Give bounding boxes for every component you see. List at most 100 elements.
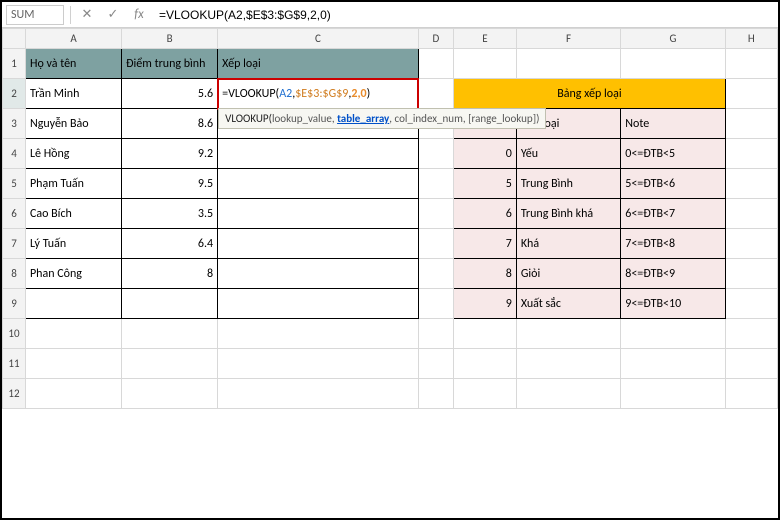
col-header-G[interactable]: G [621,29,725,49]
rank-cell[interactable] [218,169,419,199]
row-header[interactable]: 12 [3,379,26,409]
cell[interactable] [218,319,419,349]
rt-e[interactable]: 0 [454,139,517,169]
cell[interactable] [516,349,620,379]
name-cell[interactable]: Cao Bích [25,199,121,229]
fx-icon[interactable]: fx [129,5,149,25]
cell[interactable] [621,349,725,379]
name-cell[interactable]: Lê Hồng [25,139,121,169]
cell[interactable] [418,169,454,199]
score-cell[interactable]: 3.5 [122,199,218,229]
cancel-icon[interactable]: ✕ [77,5,97,25]
rt-e[interactable]: 9 [454,289,517,319]
rt-f[interactable]: Yếu [516,139,620,169]
cell[interactable] [418,349,454,379]
cell[interactable] [122,349,218,379]
row-header[interactable]: 8 [3,259,26,289]
cell[interactable] [516,49,620,79]
rt-e[interactable]: 5 [454,169,517,199]
rt-f[interactable]: Trung Bình khá [516,199,620,229]
score-cell[interactable] [122,289,218,319]
name-cell[interactable]: Nguyễn Bảo [25,109,121,139]
cell[interactable] [725,229,777,259]
row-header[interactable]: 9 [3,289,26,319]
cell[interactable] [418,229,454,259]
cell[interactable] [621,319,725,349]
rank-cell[interactable] [218,229,419,259]
row-header[interactable]: 1 [3,49,26,79]
row-header[interactable]: 4 [3,139,26,169]
cell[interactable] [725,379,777,409]
cell[interactable] [725,319,777,349]
cell[interactable] [725,79,777,109]
rt-header-g[interactable]: Note [621,109,725,139]
cell[interactable] [454,319,517,349]
rt-e[interactable]: 6 [454,199,517,229]
rank-cell[interactable] [218,289,419,319]
cell[interactable] [218,379,419,409]
header-name[interactable]: Họ và tên [25,49,121,79]
cell[interactable] [516,319,620,349]
score-cell[interactable]: 5.6 [122,79,218,109]
cell[interactable] [218,349,419,379]
name-cell[interactable] [25,289,121,319]
score-cell[interactable]: 8 [122,259,218,289]
score-cell[interactable]: 8.6 [122,109,218,139]
rt-f[interactable]: Khá [516,229,620,259]
rt-f[interactable]: Xuất sắc [516,289,620,319]
cell[interactable] [725,49,777,79]
cell[interactable] [725,139,777,169]
cell[interactable] [418,139,454,169]
cell[interactable] [621,379,725,409]
cell[interactable] [418,379,454,409]
name-cell[interactable]: Phạm Tuấn [25,169,121,199]
cell[interactable] [725,169,777,199]
cell[interactable] [25,379,121,409]
cell[interactable] [418,259,454,289]
cell[interactable] [516,379,620,409]
accept-icon[interactable]: ✓ [103,5,123,25]
col-header-D[interactable]: D [418,29,454,49]
rt-g[interactable]: 9<=ĐTB<10 [621,289,725,319]
row-header[interactable]: 5 [3,169,26,199]
name-cell[interactable]: Lý Tuấn [25,229,121,259]
cell[interactable] [122,379,218,409]
col-header-E[interactable]: E [454,29,517,49]
editing-cell[interactable]: =VLOOKUP(A2,$E$3:$G$9,2,0) VLOOKUP(looku… [218,79,419,109]
cell[interactable] [621,49,725,79]
row-header[interactable]: 3 [3,109,26,139]
rank-cell[interactable] [218,199,419,229]
cell[interactable] [25,319,121,349]
cell[interactable] [418,289,454,319]
cell[interactable] [122,319,218,349]
row-header[interactable]: 6 [3,199,26,229]
rt-e[interactable]: 8 [454,259,517,289]
row-header[interactable]: 2 [3,79,26,109]
cell[interactable] [418,49,454,79]
select-all-corner[interactable] [3,29,26,49]
right-table-title[interactable]: Bảng xếp loại [454,79,726,109]
rank-cell[interactable] [218,259,419,289]
cell[interactable] [725,109,777,139]
rt-f[interactable]: Giỏi [516,259,620,289]
formula-input[interactable] [155,5,774,25]
name-cell[interactable]: Trần Minh [25,79,121,109]
cell[interactable] [418,319,454,349]
row-header[interactable]: 11 [3,349,26,379]
col-header-H[interactable]: H [725,29,777,49]
col-header-C[interactable]: C [218,29,419,49]
header-rank[interactable]: Xếp loại [218,49,419,79]
name-cell[interactable]: Phan Công [25,259,121,289]
cell[interactable] [454,49,517,79]
row-header[interactable]: 7 [3,229,26,259]
rt-g[interactable]: 8<=ĐTB<9 [621,259,725,289]
rt-e[interactable]: 7 [454,229,517,259]
cell[interactable] [454,379,517,409]
rt-g[interactable]: 6<=ĐTB<7 [621,199,725,229]
spreadsheet-grid[interactable]: A B C D E F G H 1 Họ và tên Điểm trung b… [2,28,778,518]
col-header-B[interactable]: B [122,29,218,49]
col-header-F[interactable]: F [516,29,620,49]
cell[interactable] [454,349,517,379]
header-score[interactable]: Điểm trung bình [122,49,218,79]
rank-cell[interactable] [218,139,419,169]
